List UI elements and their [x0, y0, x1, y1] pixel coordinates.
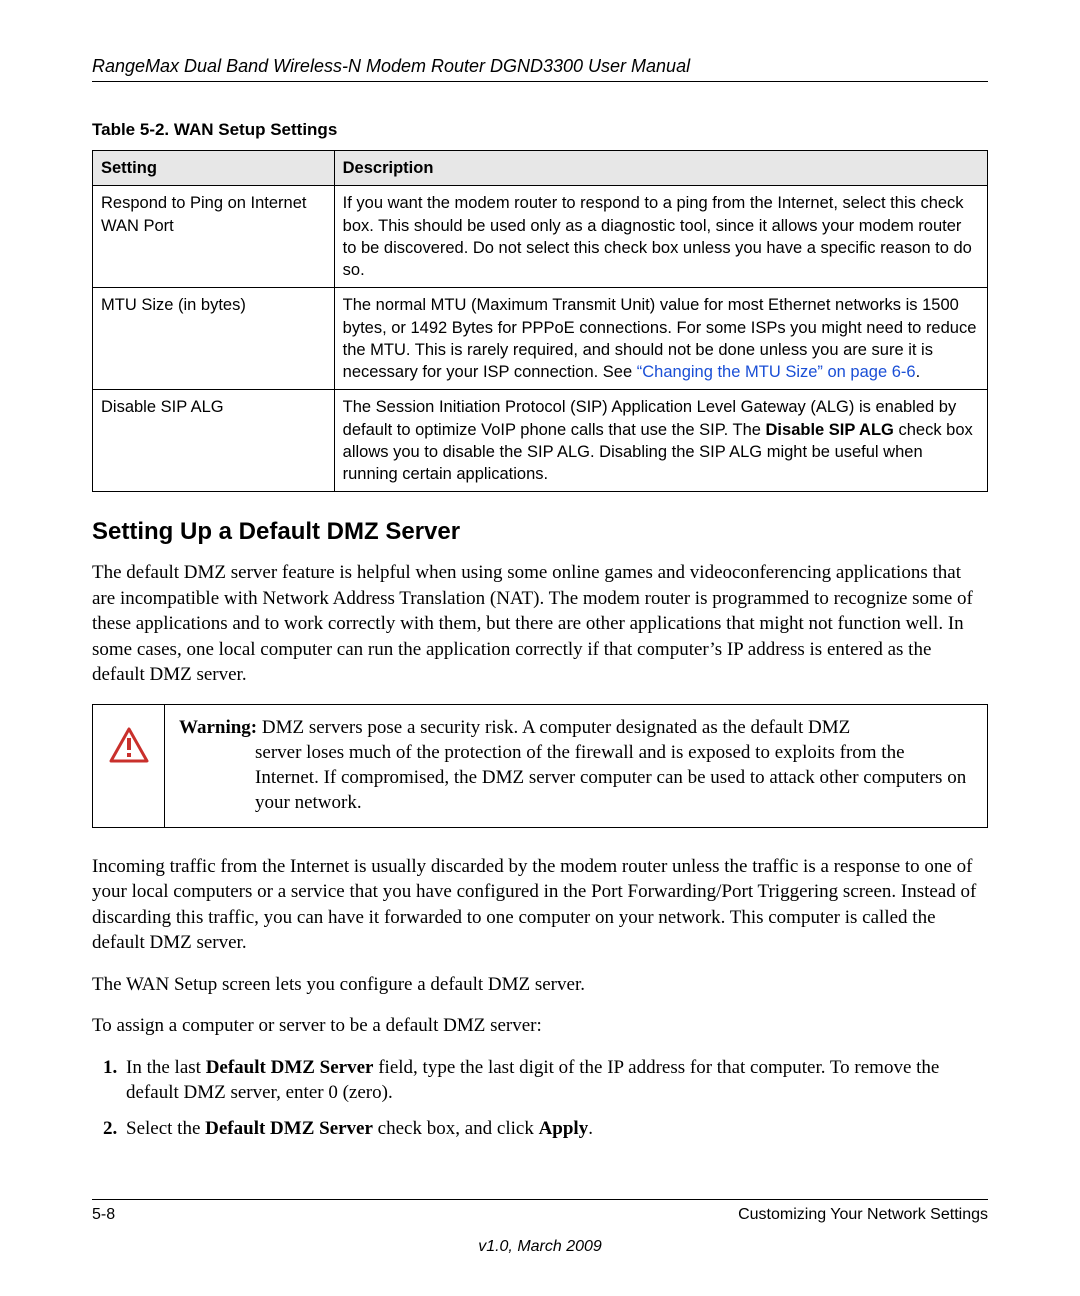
chapter-title: Customizing Your Network Settings: [738, 1206, 988, 1224]
setting-cell: Respond to Ping on Internet WAN Port: [93, 186, 335, 288]
table-header-row: Setting Description: [93, 151, 988, 186]
step-text: .: [588, 1118, 593, 1139]
body-paragraph: The WAN Setup screen lets you configure …: [92, 972, 988, 997]
col-header-description: Description: [334, 151, 987, 186]
footer-rule: [92, 1199, 988, 1200]
description-cell: The Session Initiation Protocol (SIP) Ap…: [334, 390, 987, 492]
steps-list: In the last Default DMZ Server field, ty…: [92, 1055, 988, 1141]
warning-text: Warning: DMZ servers pose a security ris…: [165, 705, 987, 827]
page-footer: 5-8 Customizing Your Network Settings v1…: [92, 1199, 988, 1256]
step-text: In the last: [126, 1057, 206, 1078]
bold-term: Default DMZ Server: [206, 1057, 374, 1078]
warning-label: Warning:: [179, 717, 257, 738]
col-header-setting: Setting: [93, 151, 335, 186]
table-row: Disable SIP ALG The Session Initiation P…: [93, 390, 988, 492]
warning-line1: DMZ servers pose a security risk. A comp…: [257, 717, 850, 738]
description-cell: If you want the modem router to respond …: [334, 186, 987, 288]
step-item: In the last Default DMZ Server field, ty…: [122, 1055, 988, 1106]
warning-icon-cell: [93, 705, 165, 827]
description-cell: The normal MTU (Maximum Transmit Unit) v…: [334, 288, 987, 390]
step-text: check box, and click: [373, 1118, 539, 1139]
page-number: 5-8: [92, 1206, 115, 1224]
setting-cell: MTU Size (in bytes): [93, 288, 335, 390]
doc-version: v1.0, March 2009: [92, 1238, 988, 1256]
document-title: RangeMax Dual Band Wireless-N Modem Rout…: [92, 56, 988, 77]
mtu-size-link[interactable]: “Changing the MTU Size” on page 6-6: [637, 363, 916, 381]
running-header: RangeMax Dual Band Wireless-N Modem Rout…: [92, 56, 988, 82]
step-item: Select the Default DMZ Server check box,…: [122, 1116, 988, 1141]
table-caption: Table 5-2. WAN Setup Settings: [92, 120, 988, 140]
body-paragraph: The default DMZ server feature is helpfu…: [92, 560, 988, 687]
step-text: Select the: [126, 1118, 205, 1139]
bold-term: Apply: [539, 1118, 589, 1139]
warning-icon: [109, 727, 149, 763]
desc-text: .: [916, 363, 921, 381]
body-paragraph: To assign a computer or server to be a d…: [92, 1013, 988, 1038]
bold-term: Default DMZ Server: [205, 1118, 373, 1139]
table-row: Respond to Ping on Internet WAN Port If …: [93, 186, 988, 288]
section-heading: Setting Up a Default DMZ Server: [92, 518, 988, 546]
body-paragraph: Incoming traffic from the Internet is us…: [92, 854, 988, 956]
wan-setup-settings-table: Setting Description Respond to Ping on I…: [92, 150, 988, 492]
setting-cell: Disable SIP ALG: [93, 390, 335, 492]
bold-term: Disable SIP ALG: [766, 421, 894, 439]
warning-body: server loses much of the protection of t…: [179, 740, 973, 815]
table-row: MTU Size (in bytes) The normal MTU (Maxi…: [93, 288, 988, 390]
warning-callout: Warning: DMZ servers pose a security ris…: [92, 704, 988, 828]
